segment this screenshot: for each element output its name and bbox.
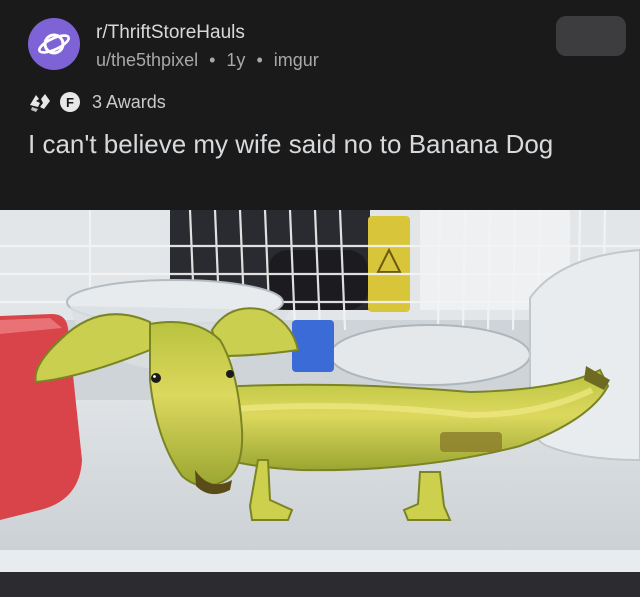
awards-row[interactable]: F 3 Awards: [28, 90, 166, 114]
meta-separator: •: [209, 50, 216, 70]
post-title[interactable]: I can't believe my wife said no to Banan…: [28, 126, 608, 163]
post-header: r/ThriftStoreHauls u/the5thpixel • 1y • …: [0, 0, 640, 210]
award-letter: F: [60, 92, 80, 112]
planet-icon: [38, 33, 70, 55]
hands-award-icon: [28, 90, 52, 114]
dog-eye-right: [226, 370, 234, 378]
awards-count: 3 Awards: [92, 91, 166, 112]
subreddit-name[interactable]: r/ThriftStoreHauls: [96, 22, 245, 44]
post-source[interactable]: imgur: [274, 50, 319, 70]
dog-eye-left: [151, 373, 161, 383]
wet-floor-sign: [368, 216, 410, 312]
post-age: 1y: [226, 50, 246, 70]
post-meta: u/the5thpixel • 1y • imgur: [96, 50, 325, 71]
blue-cup: [292, 320, 334, 372]
subreddit-avatar[interactable]: [28, 18, 80, 70]
meta-separator: •: [256, 50, 263, 70]
glass-plate: [329, 324, 531, 386]
f-award-icon: F: [58, 90, 82, 114]
author-link[interactable]: u/the5thpixel: [96, 50, 198, 70]
shelf-underside: [0, 572, 640, 597]
overflow-menu-button[interactable]: [556, 16, 626, 56]
post-image[interactable]: [0, 210, 640, 597]
shelf-edge: [0, 550, 640, 572]
